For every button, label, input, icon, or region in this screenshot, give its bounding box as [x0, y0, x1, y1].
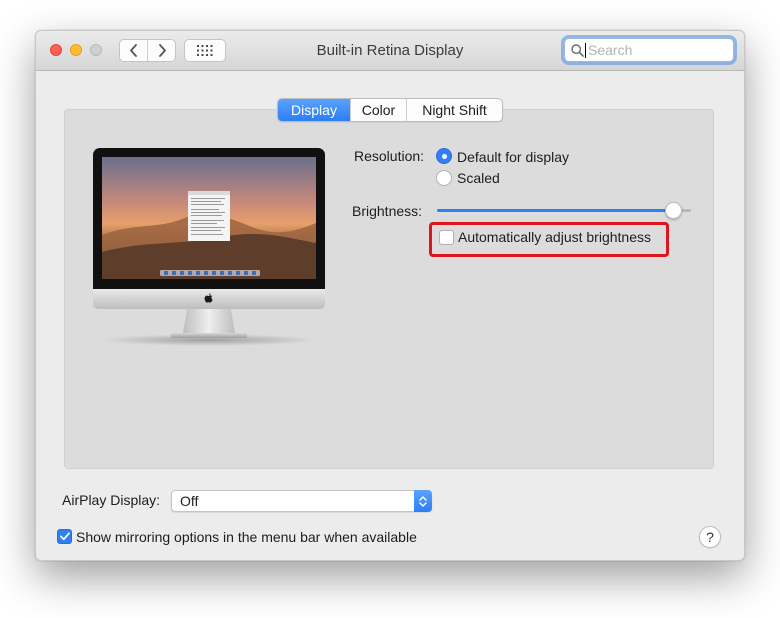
search-icon [571, 43, 584, 57]
airplay-popup[interactable]: Off [171, 490, 432, 512]
close-button[interactable] [50, 44, 62, 56]
tab-color[interactable]: Color [350, 99, 406, 121]
chevron-left-icon [129, 44, 137, 57]
tab-display[interactable]: Display [278, 99, 350, 121]
mirroring-label[interactable]: Show mirroring options in the menu bar w… [76, 529, 417, 545]
brightness-slider-fill [437, 209, 674, 212]
navigation-buttons [119, 39, 176, 62]
segmented-tabs: Display Color Night Shift [277, 98, 503, 122]
radio-default-for-display[interactable] [436, 148, 452, 164]
radio-scaled-label[interactable]: Scaled [457, 170, 500, 186]
show-all-button[interactable] [184, 39, 226, 62]
airplay-label: AirPlay Display: [62, 492, 161, 508]
checkmark-icon [59, 532, 70, 541]
apple-logo-icon [204, 293, 213, 303]
search-field[interactable] [564, 38, 734, 62]
chevron-right-icon [158, 44, 166, 57]
auto-brightness-label[interactable]: Automatically adjust brightness [458, 229, 651, 245]
imac-chin [93, 289, 325, 309]
forward-button[interactable] [147, 40, 175, 61]
title-bar: Built-in Retina Display [36, 31, 744, 71]
brightness-label: Brightness: [352, 203, 423, 219]
back-button[interactable] [120, 40, 147, 61]
chevron-updown-icon [414, 490, 432, 512]
search-input[interactable] [586, 42, 728, 58]
desktop-wallpaper [102, 157, 316, 279]
imac-foot [171, 333, 247, 338]
radio-scaled[interactable] [436, 170, 452, 186]
tab-night-shift[interactable]: Night Shift [406, 99, 502, 121]
brightness-slider[interactable] [437, 202, 691, 219]
help-button[interactable]: ? [699, 526, 721, 548]
imac-stand [183, 309, 235, 333]
imac-bezel [93, 148, 325, 289]
grid-icon [197, 45, 213, 56]
resolution-label: Resolution: [354, 148, 425, 164]
zoom-button[interactable] [90, 44, 102, 56]
airplay-value: Off [180, 493, 199, 509]
window-title: Built-in Retina Display [316, 42, 464, 59]
mirroring-checkbox[interactable] [57, 529, 72, 544]
preferences-window: Built-in Retina Display Display Color Ni… [35, 30, 745, 561]
minimize-button[interactable] [70, 44, 82, 56]
imac-illustration [93, 148, 325, 348]
auto-brightness-checkbox[interactable] [439, 230, 454, 245]
radio-default-label[interactable]: Default for display [457, 149, 569, 165]
